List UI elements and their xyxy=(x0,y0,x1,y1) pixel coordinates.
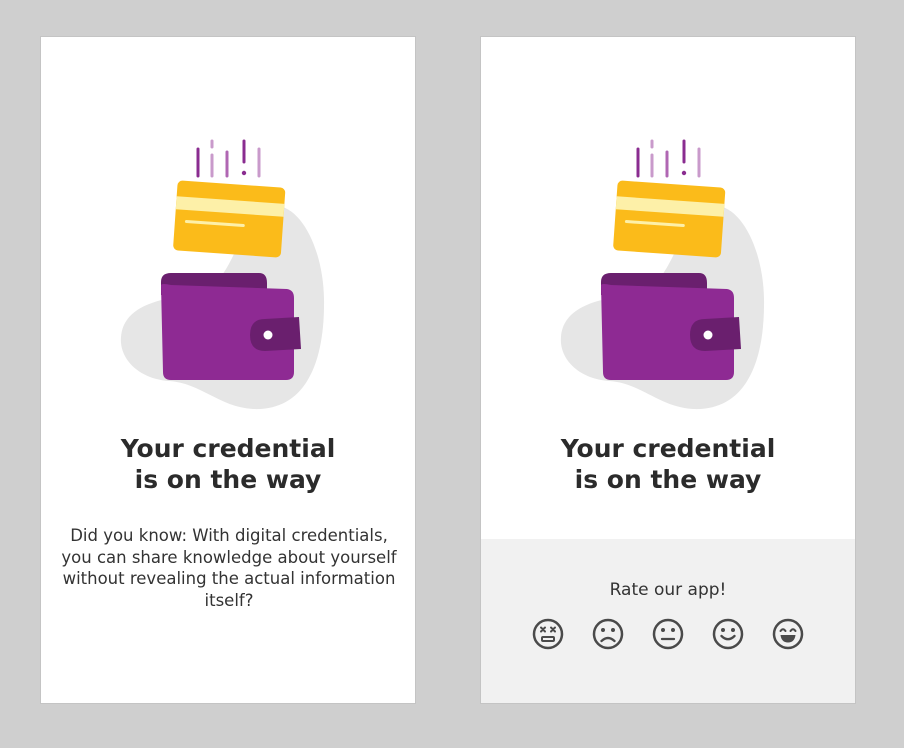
screen-rate-app: Your credential is on the way Rate our a… xyxy=(480,36,856,704)
dead-face-icon xyxy=(532,618,564,650)
rating-panel: Rate our app! xyxy=(481,539,855,703)
page-title: Your credential is on the way xyxy=(481,433,855,495)
rating-faces xyxy=(531,617,807,651)
screen-did-you-know: Your credential is on the way Did you kn… xyxy=(40,36,416,704)
title-line-1: Your credential xyxy=(560,434,776,463)
title-line-2: is on the way xyxy=(134,465,322,494)
laughing-face-icon xyxy=(772,618,804,650)
rating-face-5[interactable] xyxy=(771,617,805,651)
wallet-button xyxy=(263,330,273,340)
rating-face-4[interactable] xyxy=(711,617,745,651)
wallet-clasp xyxy=(250,317,301,351)
smile-face-icon xyxy=(712,618,744,650)
rating-face-3[interactable] xyxy=(651,617,685,651)
rate-app-label: Rate our app! xyxy=(609,580,727,600)
sparkle-lines xyxy=(636,139,701,178)
canvas: Your credential is on the way Did you kn… xyxy=(0,0,904,748)
wallet-credential-illustration xyxy=(560,139,765,410)
wallet xyxy=(601,273,741,380)
title-line-1: Your credential xyxy=(120,434,336,463)
sad-face-icon xyxy=(592,618,624,650)
credential-card xyxy=(173,180,286,258)
title-line-2: is on the way xyxy=(574,465,762,494)
neutral-face-icon xyxy=(652,618,684,650)
did-you-know-text: Did you know: With digital credentials, … xyxy=(61,526,397,610)
wallet-credential-illustration xyxy=(120,139,325,410)
wallet-clasp xyxy=(690,317,741,351)
credential-card xyxy=(613,180,726,258)
page-title: Your credential is on the way xyxy=(41,433,415,495)
card-body xyxy=(173,180,286,258)
sparkle-dot xyxy=(241,170,247,176)
wallet-button xyxy=(703,330,713,340)
wallet xyxy=(161,273,301,380)
sparkle-lines xyxy=(196,139,261,178)
card-body xyxy=(613,180,726,258)
sparkle-dot xyxy=(681,170,687,176)
rating-face-1[interactable] xyxy=(531,617,565,651)
rating-face-2[interactable] xyxy=(591,617,625,651)
